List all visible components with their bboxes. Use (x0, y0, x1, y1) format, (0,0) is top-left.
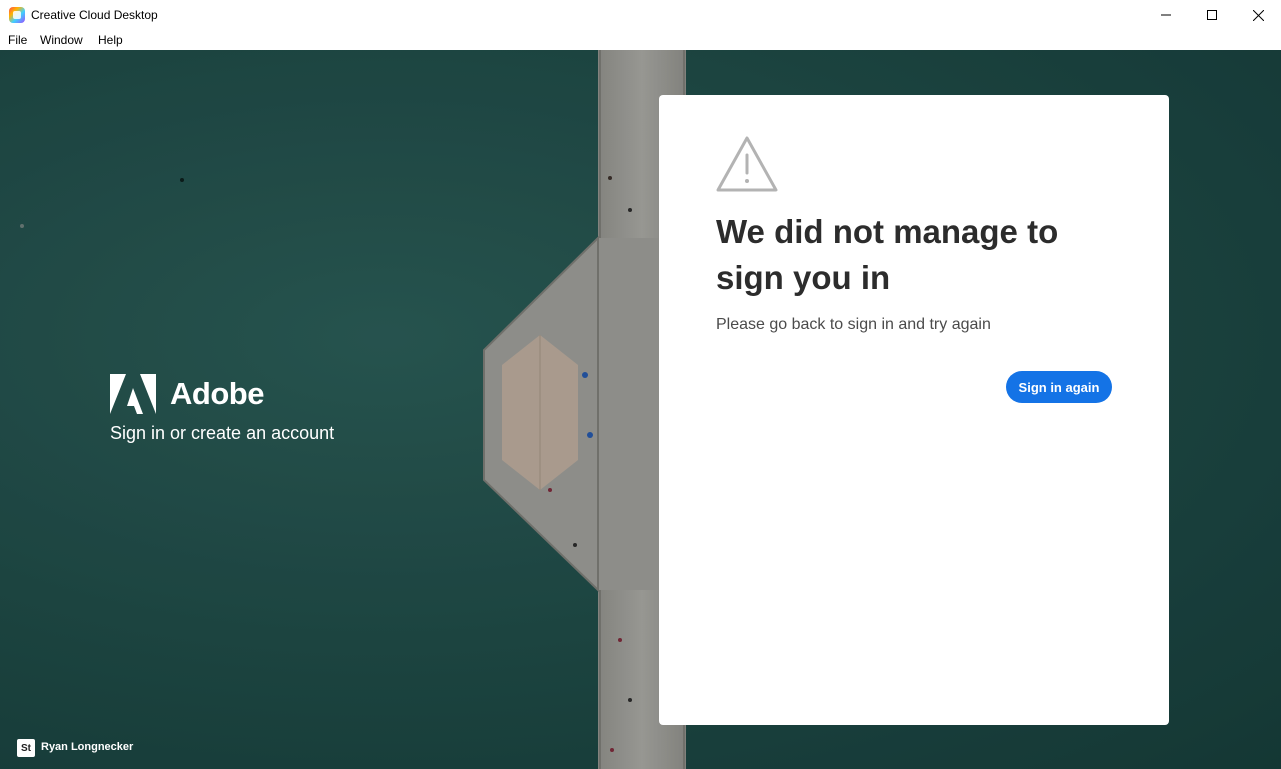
menu-help[interactable]: Help (98, 32, 123, 48)
sign-in-again-button[interactable]: Sign in again (1006, 371, 1112, 403)
maximize-icon (1207, 10, 1217, 20)
user-name: Ryan Longnecker (41, 741, 134, 753)
creative-cloud-icon (9, 7, 25, 23)
user-avatar: St (17, 739, 35, 757)
error-title: We did not manage to sign you in (716, 213, 1059, 296)
warning-icon (716, 136, 778, 192)
brand-subtitle: Sign in or create an account (110, 423, 335, 443)
adobe-logo-icon (110, 374, 156, 414)
menu-file[interactable]: File (8, 32, 27, 48)
menu-bar: File Window Help (0, 30, 1281, 51)
adobe-wordmark: Adobe (170, 376, 264, 411)
close-button[interactable] (1235, 0, 1281, 30)
menu-window[interactable]: Window (40, 32, 83, 48)
title-bar: Creative Cloud Desktop (0, 0, 1281, 30)
minimize-icon (1161, 14, 1171, 16)
app-window: Creative Cloud Desktop File Window Help (0, 0, 1281, 769)
maximize-button[interactable] (1189, 0, 1235, 30)
close-icon (1252, 9, 1264, 21)
error-description: Please go back to sign in and try again (716, 316, 991, 333)
minimize-button[interactable] (1143, 0, 1189, 30)
window-title: Creative Cloud Desktop (31, 8, 158, 22)
error-card: We did not manage to sign you in Please … (659, 95, 1169, 725)
